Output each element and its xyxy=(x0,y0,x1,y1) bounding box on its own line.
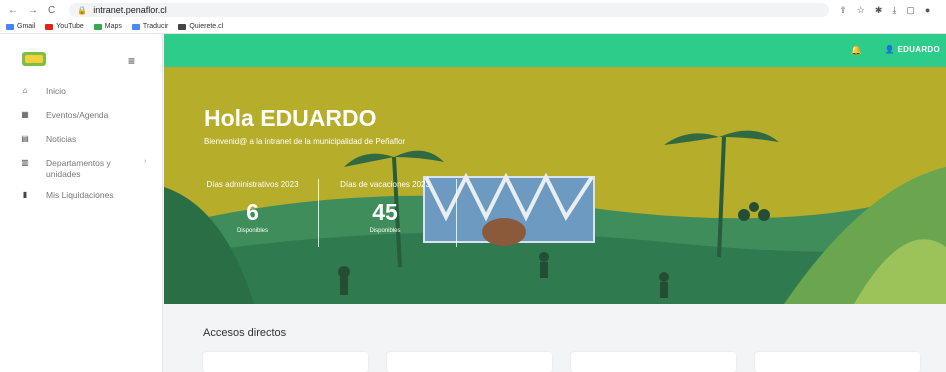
section-title: Accesos directos xyxy=(203,327,287,339)
shortcut-card[interactable] xyxy=(571,352,736,372)
bell-icon[interactable]: 🔔 xyxy=(851,45,862,56)
top-bar: 🔔 👤 EDUARDO xyxy=(164,34,946,67)
sidebar-item-label: Departamentos y unidades xyxy=(46,158,111,179)
chevron-right-icon: › xyxy=(144,158,147,165)
stat-sub: Disponibles xyxy=(236,228,269,234)
stat-value: 45 xyxy=(372,199,398,225)
stat-sub: Disponibles xyxy=(369,228,401,234)
sidebar: ≡ ⌂ Inicio ▦ Eventos/Agenda ▤ Noticias ▥… xyxy=(0,34,163,372)
sidebar-item-label: Eventos/Agenda xyxy=(46,110,109,120)
download-icon[interactable]: ⤓ xyxy=(892,5,896,16)
stat-vacation-days: Días de vacaciones 2023 45 Disponibles xyxy=(320,180,450,234)
greeting-title: Hola EDUARDO xyxy=(204,105,377,131)
hero-banner: Hola EDUARDO Bienvenid@ a la intranet de… xyxy=(164,67,946,304)
address-bar[interactable]: 🔒 intranet.penaflor.cl xyxy=(69,3,830,17)
stat-admin-days: Días administrativos 2023 6 Disponibles xyxy=(190,180,315,234)
shortcut-card[interactable] xyxy=(203,352,368,372)
forward-icon[interactable]: → xyxy=(28,5,38,16)
sidebar-item-eventos[interactable]: ▦ Eventos/Agenda xyxy=(20,110,116,120)
bookmark-gmail[interactable]: Gmail xyxy=(6,23,35,30)
sidebar-item-departamentos[interactable]: ▥ Departamentos y unidades › xyxy=(20,158,146,180)
user-menu[interactable]: 👤 EDUARDO xyxy=(885,45,940,54)
browser-nav: ← → C xyxy=(0,5,55,16)
translate-icon xyxy=(131,23,140,30)
youtube-icon xyxy=(45,23,54,30)
welcome-text: Bienvenid@ a la intranet de la municipal… xyxy=(204,137,406,146)
hamburger-menu-icon[interactable]: ≡ xyxy=(128,54,135,68)
window-icon[interactable]: ▢ xyxy=(906,5,915,16)
shortcut-card[interactable] xyxy=(387,352,552,372)
stat-label: Días administrativos 2023 xyxy=(206,180,299,189)
bookmark-youtube[interactable]: YouTube xyxy=(45,23,84,30)
star-icon[interactable]: ☆ xyxy=(857,5,865,16)
calendar-icon: ▦ xyxy=(21,110,29,119)
sidebar-menu: ⌂ Inicio ▦ Eventos/Agenda ▤ Noticias ▥ D… xyxy=(20,86,146,214)
building-icon: ▥ xyxy=(21,158,29,167)
profile-icon[interactable]: ● xyxy=(925,5,930,16)
gmail-icon xyxy=(6,23,14,30)
bookmarks-bar: Gmail YouTube Maps Traducir Quierete.cl xyxy=(0,20,946,34)
url-text: intranet.penaflor.cl xyxy=(93,5,167,15)
extensions-icon[interactable]: ✱ xyxy=(875,5,883,16)
sidebar-item-label: Noticias xyxy=(46,134,77,144)
municipality-logo[interactable] xyxy=(22,52,46,66)
document-icon: ▮ xyxy=(22,190,28,199)
stat-divider xyxy=(456,179,457,247)
shortcut-card[interactable] xyxy=(755,352,920,372)
stat-label: Días de vacaciones 2023 xyxy=(340,180,430,189)
reload-icon[interactable]: C xyxy=(48,5,55,16)
quierete-icon xyxy=(178,23,187,30)
sidebar-item-inicio[interactable]: ⌂ Inicio xyxy=(20,86,116,96)
sidebar-item-liquidaciones[interactable]: ▮ Mis Liquidaciones xyxy=(20,190,116,200)
stat-divider xyxy=(318,179,319,247)
sidebar-item-label: Mis Liquidaciones xyxy=(46,190,114,200)
lock-icon: 🔒 xyxy=(77,5,88,15)
bookmark-maps[interactable]: Maps xyxy=(93,23,122,30)
browser-toolbar: ← → C 🔒 intranet.penaflor.cl ⇪ ☆ ✱ ⤓ ▢ ● xyxy=(0,0,946,20)
bookmark-quierete[interactable]: Quierete.cl xyxy=(178,23,223,30)
bookmark-traducir[interactable]: Traducir xyxy=(131,23,168,30)
maps-icon xyxy=(93,23,102,30)
stat-value: 6 xyxy=(246,199,259,225)
sidebar-item-noticias[interactable]: ▤ Noticias xyxy=(20,134,116,144)
share-icon[interactable]: ⇪ xyxy=(839,5,847,16)
user-icon: 👤 xyxy=(884,45,895,54)
browser-actions: ⇪ ☆ ✱ ⤓ ▢ ● xyxy=(839,5,930,16)
newspaper-icon: ▤ xyxy=(21,134,29,143)
user-name: EDUARDO xyxy=(897,45,940,54)
home-icon: ⌂ xyxy=(22,86,28,95)
back-icon[interactable]: ← xyxy=(8,5,18,16)
sidebar-item-label: Inicio xyxy=(46,86,66,96)
